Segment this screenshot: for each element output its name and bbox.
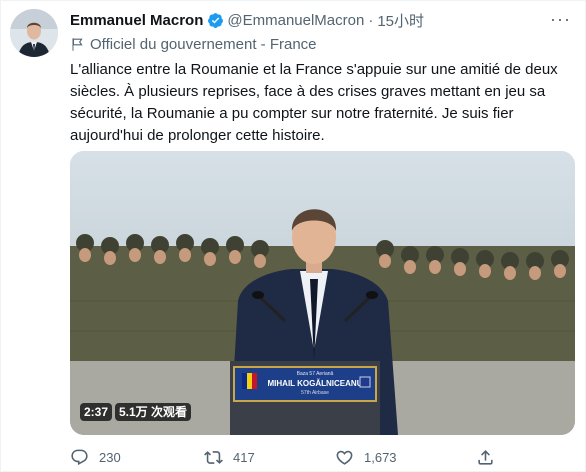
verified-badge-icon xyxy=(207,12,224,29)
tweet-header: Emmanuel Macron @EmmanuelMacron · 15小时 xyxy=(70,10,424,30)
affiliation-text: Officiel du gouvernement - France xyxy=(90,35,317,53)
video-player[interactable]: Baza 57 Aeriană MIHAIL KOGĂLNICEANU 57th… xyxy=(70,151,575,435)
author-name[interactable]: Emmanuel Macron xyxy=(70,12,203,29)
reply-button[interactable]: 230 xyxy=(70,446,121,468)
affiliation-label: Officiel du gouvernement - France xyxy=(70,34,317,54)
podium-small-text: Baza 57 Aeriană xyxy=(297,371,334,377)
author-handle[interactable]: @EmmanuelMacron xyxy=(227,12,364,29)
retweet-icon xyxy=(204,450,223,464)
retweet-count: 417 xyxy=(233,449,255,465)
like-icon xyxy=(336,450,353,465)
reply-icon xyxy=(71,449,88,465)
tweet-card[interactable]: Emmanuel Macron @EmmanuelMacron · 15小时 ·… xyxy=(0,0,586,472)
avatar[interactable] xyxy=(10,9,58,57)
like-count: 1,673 xyxy=(364,449,397,465)
tweet-text: L'alliance entre la Roumanie et la Franc… xyxy=(70,61,558,144)
video-views: 5.1万 次观看 xyxy=(115,403,192,421)
share-icon xyxy=(478,449,493,465)
government-flag-icon xyxy=(72,37,83,51)
timestamp[interactable]: 15小时 xyxy=(377,10,424,31)
share-button[interactable] xyxy=(476,446,505,468)
video-duration: 2:37 xyxy=(80,403,113,421)
podium-title: MIHAIL KOGĂLNICEANU xyxy=(268,379,363,388)
action-bar: 230 417 1,673 xyxy=(70,446,575,468)
like-button[interactable]: 1,673 xyxy=(335,446,397,468)
avatar-image xyxy=(10,9,58,57)
podium-sub: 57th Airbase xyxy=(301,390,329,396)
separator-dot: · xyxy=(368,11,374,29)
retweet-button[interactable]: 417 xyxy=(204,446,255,468)
reply-count: 230 xyxy=(99,449,121,465)
more-icon[interactable]: ··· xyxy=(550,10,571,28)
video-thumbnail: Baza 57 Aeriană MIHAIL KOGĂLNICEANU 57th… xyxy=(70,151,575,435)
